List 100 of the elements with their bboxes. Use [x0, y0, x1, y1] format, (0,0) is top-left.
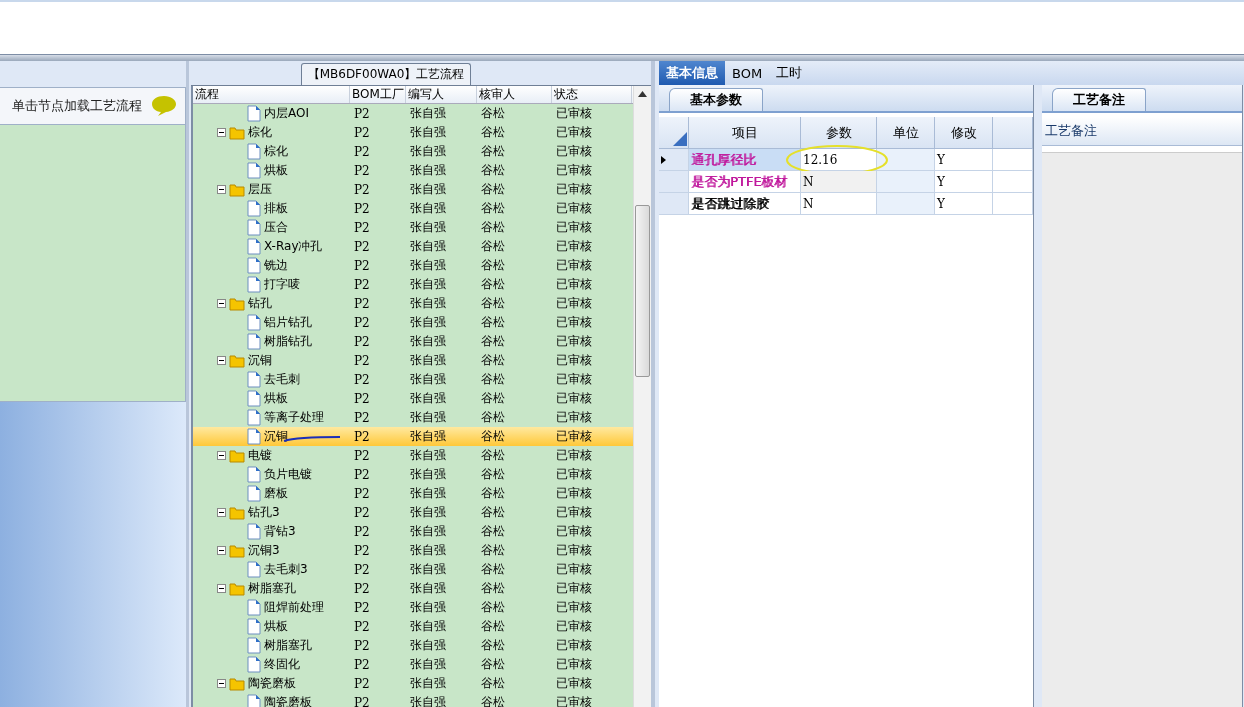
table-cell-text: 谷松 [480, 200, 506, 217]
collapse-toggle[interactable] [217, 185, 226, 194]
table-cell-text: P2 [353, 486, 371, 501]
tree-row[interactable]: 烘板 P2 张自强 谷松 已审核 [193, 389, 633, 408]
tree-node-label: 排板 [264, 200, 288, 217]
tree-row[interactable]: 背钻3 P2 张自强 谷松 已审核 [193, 522, 633, 541]
tree-row[interactable]: 沉铜 P2 张自强 谷松 已审核 [193, 427, 633, 446]
table-cell-text: P2 [353, 296, 371, 311]
tree-row[interactable]: 去毛刺3 P2 张自强 谷松 已审核 [193, 560, 633, 579]
tree-row[interactable]: 铝片钻孔 P2 张自强 谷松 已审核 [193, 313, 633, 332]
table-cell-text: P2 [353, 239, 371, 254]
tree-row[interactable]: 棕化 P2 张自强 谷松 已审核 [193, 142, 633, 161]
scroll-thumb[interactable] [635, 205, 650, 377]
table-cell-text: P2 [353, 163, 371, 178]
collapse-toggle[interactable] [217, 546, 226, 555]
tree-row[interactable]: 磨板 P2 张自强 谷松 已审核 [193, 484, 633, 503]
folder-icon [229, 505, 245, 520]
tree-row[interactable]: 烘板 P2 张自强 谷松 已审核 [193, 617, 633, 636]
tree-row[interactable]: 终固化 P2 张自强 谷松 已审核 [193, 655, 633, 674]
tree-row[interactable]: 棕化 P2 张自强 谷松 已审核 [193, 123, 633, 142]
table-cell-text: 张自强 [409, 333, 447, 350]
tree-row[interactable]: 沉铜3 P2 张自强 谷松 已审核 [193, 541, 633, 560]
tree-row[interactable]: 排板 P2 张自强 谷松 已审核 [193, 199, 633, 218]
row-header[interactable] [659, 149, 689, 171]
table-cell-text: P2 [353, 125, 371, 140]
table-cell-text: 谷松 [480, 314, 506, 331]
document-icon [247, 466, 261, 483]
tree-row[interactable]: 沉铜 P2 张自强 谷松 已审核 [193, 351, 633, 370]
tree-row[interactable]: X-Ray冲孔 P2 张自强 谷松 已审核 [193, 237, 633, 256]
tree-row[interactable]: 树脂钻孔 P2 张自强 谷松 已审核 [193, 332, 633, 351]
document-icon [247, 219, 261, 236]
tree-row[interactable]: 陶瓷磨板 P2 张自强 谷松 已审核 [193, 693, 633, 707]
tree-row[interactable]: 内层AOI P2 张自强 谷松 已审核 [193, 104, 633, 123]
tree-row[interactable]: 电镀 P2 张自强 谷松 已审核 [193, 446, 633, 465]
document-icon [247, 599, 261, 616]
table-cell-text: 已审核 [555, 143, 593, 160]
collapse-toggle[interactable] [217, 128, 226, 137]
tab[interactable]: 基本参数 [669, 88, 763, 111]
table-cell-text: 谷松 [480, 105, 506, 122]
scroll-up-icon[interactable] [638, 91, 647, 97]
collapse-toggle[interactable] [217, 299, 226, 308]
tree-row[interactable]: 层压 P2 张自强 谷松 已审核 [193, 180, 633, 199]
table-cell-text: 谷松 [480, 276, 506, 293]
table-cell [877, 193, 935, 215]
tree-node-label: 树脂塞孔 [248, 580, 296, 597]
document-icon [247, 618, 261, 635]
table-cell-text: 张自强 [409, 637, 447, 654]
tree-node-label: 烘板 [264, 162, 288, 179]
table-cell-text: 张自强 [409, 257, 447, 274]
tree-row[interactable]: 负片电镀 P2 张自强 谷松 已审核 [193, 465, 633, 484]
document-icon [247, 238, 261, 255]
table-cell-text: 张自强 [409, 352, 447, 369]
tree-row[interactable]: 钻孔 P2 张自强 谷松 已审核 [193, 294, 633, 313]
table-cell-text: 张自强 [409, 523, 447, 540]
table-cell-text: 已审核 [555, 276, 593, 293]
tree-node-label: 压合 [264, 219, 288, 236]
tree-row[interactable]: 等离子处理 P2 张自强 谷松 已审核 [193, 408, 633, 427]
collapse-toggle[interactable] [217, 679, 226, 688]
corner-triangle-icon [672, 132, 687, 146]
tree-node-label: 沉铜 [248, 352, 272, 369]
tree-row[interactable]: 铣边 P2 张自强 谷松 已审核 [193, 256, 633, 275]
tree-row[interactable]: 去毛刺 P2 张自强 谷松 已审核 [193, 370, 633, 389]
collapse-toggle[interactable] [217, 508, 226, 517]
tree-node-label: 等离子处理 [264, 409, 324, 426]
tree-row[interactable]: 陶瓷磨板 P2 张自强 谷松 已审核 [193, 674, 633, 693]
table-cell[interactable]: N [801, 171, 877, 193]
collapse-toggle[interactable] [217, 356, 226, 365]
tree-node-label: 棕化 [264, 143, 288, 160]
tree-node-label: 背钻3 [264, 523, 296, 540]
collapse-toggle[interactable] [217, 584, 226, 593]
table-cell-text: 谷松 [480, 238, 506, 255]
document-icon [247, 656, 261, 673]
document-icon [247, 485, 261, 502]
collapse-toggle[interactable] [217, 451, 226, 460]
table-cell-text: 谷松 [480, 162, 506, 179]
tree-row[interactable]: 打字唛 P2 张自强 谷松 已审核 [193, 275, 633, 294]
document-icon [247, 143, 261, 160]
table-cell-text: P2 [353, 467, 371, 482]
document-icon [247, 371, 261, 388]
table-cell[interactable]: 12.16 [801, 149, 877, 171]
tab[interactable]: 工时 [769, 61, 810, 85]
table-cell-text: 谷松 [480, 675, 506, 692]
table-cell-text: P2 [353, 277, 371, 292]
table-cell[interactable]: N [801, 193, 877, 215]
tab[interactable]: 基本信息 [659, 61, 725, 85]
tree-row[interactable]: 树脂塞孔 P2 张自强 谷松 已审核 [193, 636, 633, 655]
table-cell-text: 谷松 [480, 618, 506, 635]
tree-row[interactable]: 阻焊前处理 P2 张自强 谷松 已审核 [193, 598, 633, 617]
tree-row[interactable]: 钻孔3 P2 张自强 谷松 已审核 [193, 503, 633, 522]
table-cell-text: 已审核 [555, 105, 593, 122]
table-cell-text: P2 [353, 201, 371, 216]
tree-row[interactable]: 树脂塞孔 P2 张自强 谷松 已审核 [193, 579, 633, 598]
tab[interactable]: 工艺备注 [1052, 88, 1146, 111]
table-cell-text: 谷松 [480, 599, 506, 616]
tab[interactable]: BOM [725, 61, 770, 85]
tree-row[interactable]: 压合 P2 张自强 谷松 已审核 [193, 218, 633, 237]
tree-row[interactable]: 烘板 P2 张自强 谷松 已审核 [193, 161, 633, 180]
tree-node-label: 钻孔3 [248, 504, 280, 521]
table-cell-text: P2 [353, 619, 371, 634]
scrollbar[interactable] [633, 86, 651, 707]
